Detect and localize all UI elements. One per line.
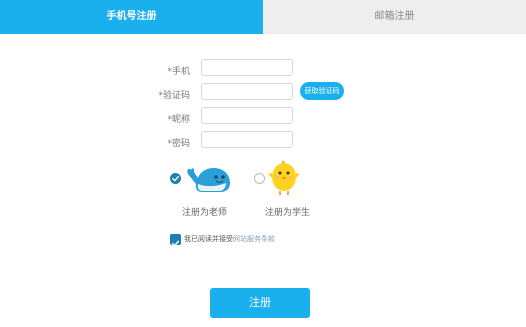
tab-phone-register[interactable]: 手机号注册 [0, 0, 263, 34]
agreement-label: 我已阅读并接受 [184, 235, 233, 243]
password-input[interactable] [201, 131, 293, 148]
agreement-text: 我已阅读并接受网站服务条款 [184, 234, 275, 244]
phone-label: *手机 [167, 67, 190, 77]
password-label: *密码 [167, 139, 190, 149]
check-icon [171, 240, 180, 247]
terms-link[interactable]: 网站服务条款 [233, 235, 275, 243]
student-radio[interactable] [254, 173, 265, 184]
chick-icon [268, 160, 300, 195]
nickname-label: *昵称 [167, 115, 190, 125]
whale-icon [187, 168, 230, 192]
teacher-label: 注册为老师 [182, 208, 228, 218]
check-icon [172, 175, 180, 182]
code-input[interactable] [201, 83, 293, 100]
code-label: *验证码 [158, 91, 190, 101]
tab-email-register[interactable]: 邮箱注册 [263, 0, 526, 34]
teacher-radio[interactable] [170, 173, 181, 184]
register-button[interactable]: 注册 [210, 288, 310, 318]
agreement-checkbox[interactable] [170, 234, 181, 247]
student-label: 注册为学生 [265, 208, 311, 218]
phone-input[interactable] [201, 59, 293, 76]
register-tabs: 手机号注册 邮箱注册 [0, 0, 526, 34]
get-code-button[interactable]: 获取验证码 [300, 82, 344, 100]
nickname-input[interactable] [201, 107, 293, 124]
